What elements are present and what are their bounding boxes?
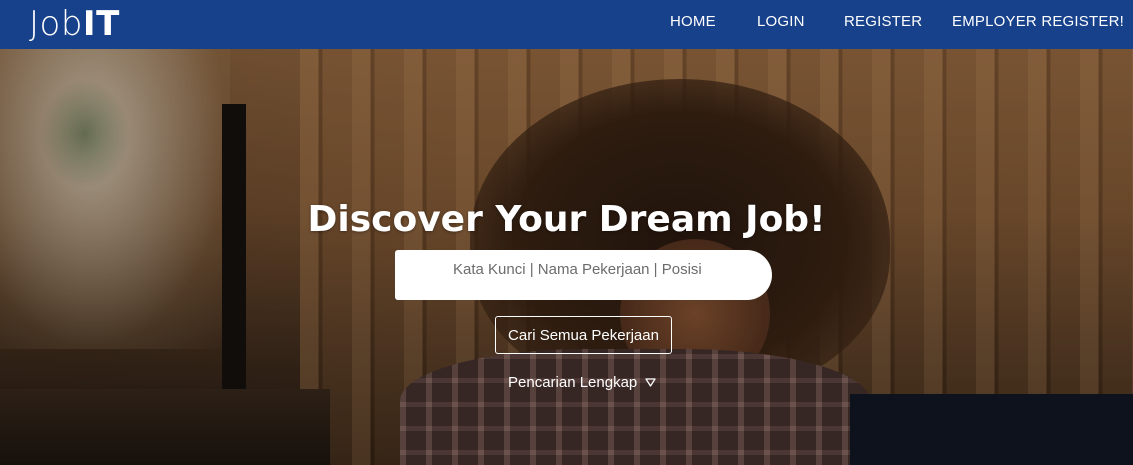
top-navbar: JobIT HOME LOGIN REGISTER EMPLOYER REGIS…	[0, 0, 1133, 49]
job-search-input[interactable]	[395, 250, 772, 300]
search-all-jobs-button[interactable]: Cari Semua Pekerjaan	[495, 316, 672, 354]
advanced-search-label: Pencarian Lengkap	[508, 374, 638, 391]
nav-employer-register-link[interactable]: EMPLOYER REGISTER!	[952, 0, 1124, 44]
nav-register-link[interactable]: REGISTER	[844, 0, 922, 44]
nav-login-link[interactable]: LOGIN	[757, 0, 805, 44]
advanced-search-toggle[interactable]: Pencarian Lengkap	[508, 371, 656, 395]
logo[interactable]: JobIT	[29, 2, 120, 46]
logo-text-job: Job	[29, 4, 83, 44]
hero-title: Discover Your Dream Job!	[307, 199, 826, 240]
nav-home-link[interactable]: HOME	[670, 0, 716, 44]
logo-text-it: IT	[82, 4, 120, 44]
caret-down-icon	[645, 371, 656, 395]
hero-section: Discover Your Dream Job! Cari Semua Peke…	[0, 49, 1133, 465]
